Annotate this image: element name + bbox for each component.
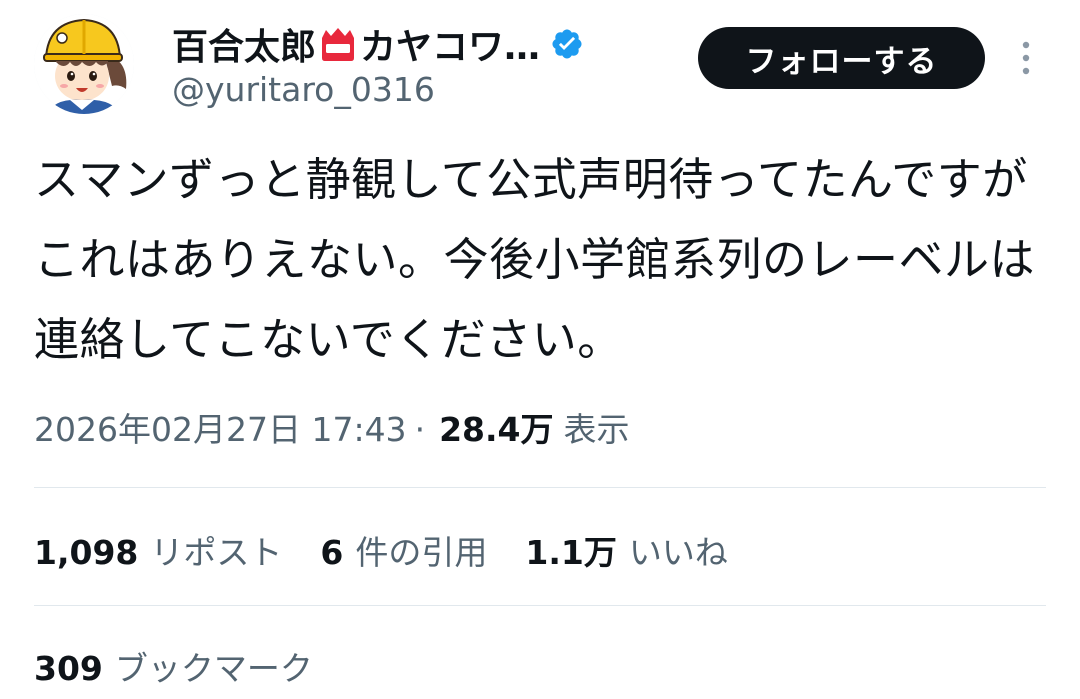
more-vertical-icon	[1022, 41, 1030, 75]
tweet-detail: 百合太郎 カヤコワ… @yuritaro_0316 フォローする スマンずっと静…	[0, 0, 1080, 699]
author-handle[interactable]: @yuritaro_0316	[172, 70, 435, 109]
avatar-image	[34, 14, 134, 114]
views-label[interactable]: 表示	[563, 403, 629, 451]
likes-stat[interactable]: 1.1万 いいね	[525, 526, 727, 574]
tweet-meta: 2026年02月27日 17:43 · 28.4万 表示	[34, 403, 629, 451]
bookmarks-label: ブックマーク	[114, 649, 313, 688]
name-badge-emoji-icon	[318, 24, 358, 64]
verified-badge-icon	[552, 29, 582, 59]
reposts-label: リポスト	[150, 533, 283, 572]
divider	[34, 487, 1046, 488]
bookmarks-count: 309	[34, 649, 103, 688]
display-name[interactable]: 百合太郎	[172, 18, 316, 70]
likes-label: いいね	[628, 533, 728, 572]
reposts-stat[interactable]: 1,098 リポスト	[34, 526, 282, 574]
likes-count: 1.1万	[525, 533, 617, 572]
quotes-stat[interactable]: 6 件の引用	[320, 526, 487, 574]
more-button[interactable]	[1012, 36, 1040, 80]
quotes-count: 6	[320, 533, 344, 572]
engagement-stats: 1,098 リポスト 6 件の引用 1.1万 いいね	[34, 526, 766, 574]
avatar[interactable]	[34, 14, 134, 114]
follow-button[interactable]: フォローする	[698, 27, 985, 89]
quotes-label: 件の引用	[355, 533, 488, 572]
display-name-suffix[interactable]: カヤコワ…	[360, 18, 540, 70]
tweet-text: スマンずっと静観して公式声明待ってたんですがこれはありえない。今後小学館系列のレ…	[34, 153, 1036, 366]
tweet-datetime[interactable]: 2026年02月27日 17:43	[34, 403, 407, 451]
views-count[interactable]: 28.4万	[439, 403, 553, 451]
bookmarks-stat[interactable]: 309 ブックマーク	[34, 642, 313, 690]
reposts-count: 1,098	[34, 533, 139, 572]
author-name-row[interactable]: 百合太郎 カヤコワ…	[172, 20, 584, 68]
divider	[34, 605, 1046, 606]
meta-separator: ·	[414, 410, 426, 449]
